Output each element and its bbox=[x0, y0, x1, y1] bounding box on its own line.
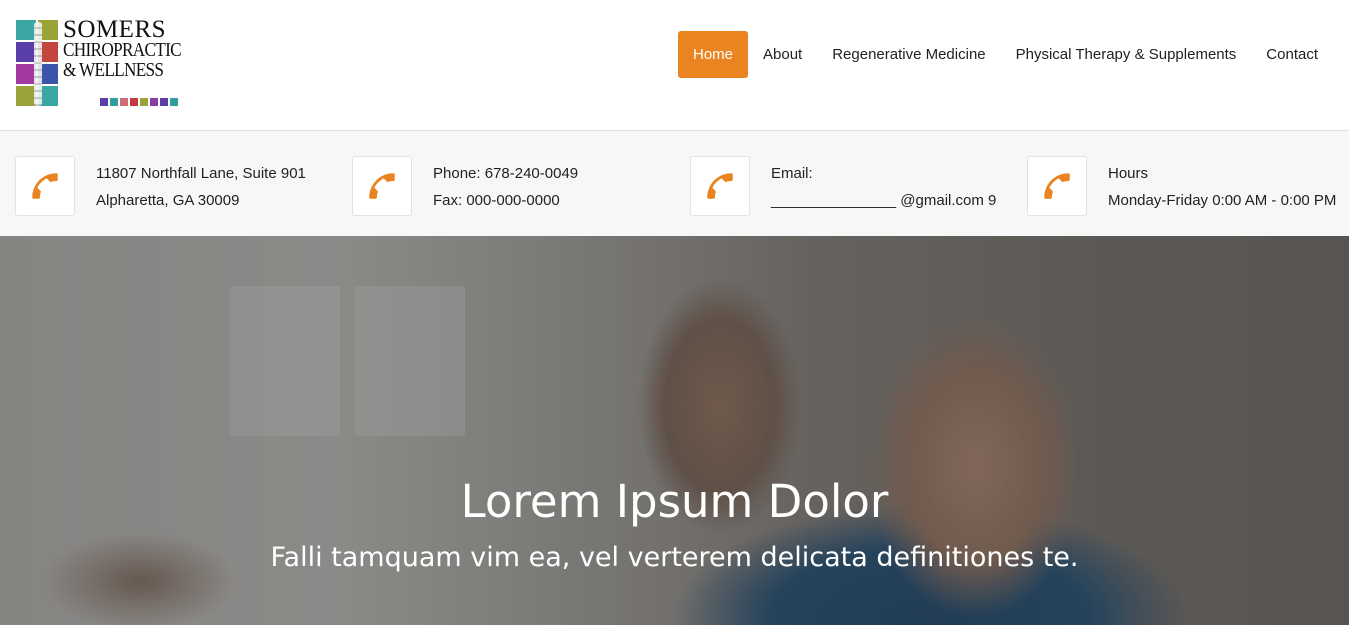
phone-number[interactable]: Phone: 678-240-0049 bbox=[433, 160, 578, 187]
logo-line-2: CHIROPRACTIC bbox=[63, 39, 182, 61]
email-address[interactable]: _______________ @gmail.com 9 bbox=[771, 187, 996, 214]
address-line-2: Alpharetta, GA 30009 bbox=[96, 192, 240, 209]
phone-icon bbox=[1027, 156, 1087, 216]
site-header: SOMERS CHIROPRACTIC & WELLNESS Home Abou… bbox=[0, 0, 1349, 131]
hero-title: Lorem Ipsum Dolor bbox=[460, 475, 889, 528]
phone-icon bbox=[15, 156, 75, 216]
hours-value: Monday-Friday 0:00 AM - 0:00 PM bbox=[1108, 192, 1337, 209]
nav-home[interactable]: Home bbox=[677, 31, 748, 78]
nav-physical-therapy[interactable]: Physical Therapy & Supplements bbox=[1001, 31, 1252, 78]
logo-line-1: SOMERS bbox=[63, 16, 167, 43]
hero-subtitle: Falli tamquam vim ea, vel verterem delic… bbox=[270, 542, 1079, 573]
phone-icon bbox=[352, 156, 412, 216]
contact-info-bar: 11807 Northfall Lane, Suite 901 Alpharet… bbox=[0, 131, 1349, 236]
hours-label: Hours bbox=[1108, 165, 1149, 182]
fax-number: Fax: 000-000-0000 bbox=[433, 192, 560, 209]
phone-icon bbox=[690, 156, 750, 216]
nav-regenerative-medicine[interactable]: Regenerative Medicine bbox=[817, 31, 1000, 78]
hero-banner: Lorem Ipsum Dolor Falli tamquam vim ea, … bbox=[0, 236, 1349, 625]
main-nav: Home About Regenerative Medicine Physica… bbox=[677, 31, 1333, 78]
address-line-1: 11807 Northfall Lane, Suite 901 bbox=[96, 165, 306, 182]
logo-wordmark: SOMERS CHIROPRACTIC & WELLNESS bbox=[63, 16, 200, 81]
logo[interactable]: SOMERS CHIROPRACTIC & WELLNESS bbox=[16, 17, 186, 110]
logo-line-3: & WELLNESS bbox=[63, 59, 164, 81]
nav-about[interactable]: About bbox=[748, 31, 817, 78]
email-label: Email: bbox=[771, 165, 813, 182]
logo-dots bbox=[100, 98, 178, 106]
nav-contact[interactable]: Contact bbox=[1251, 31, 1333, 78]
logo-mark bbox=[16, 20, 60, 108]
